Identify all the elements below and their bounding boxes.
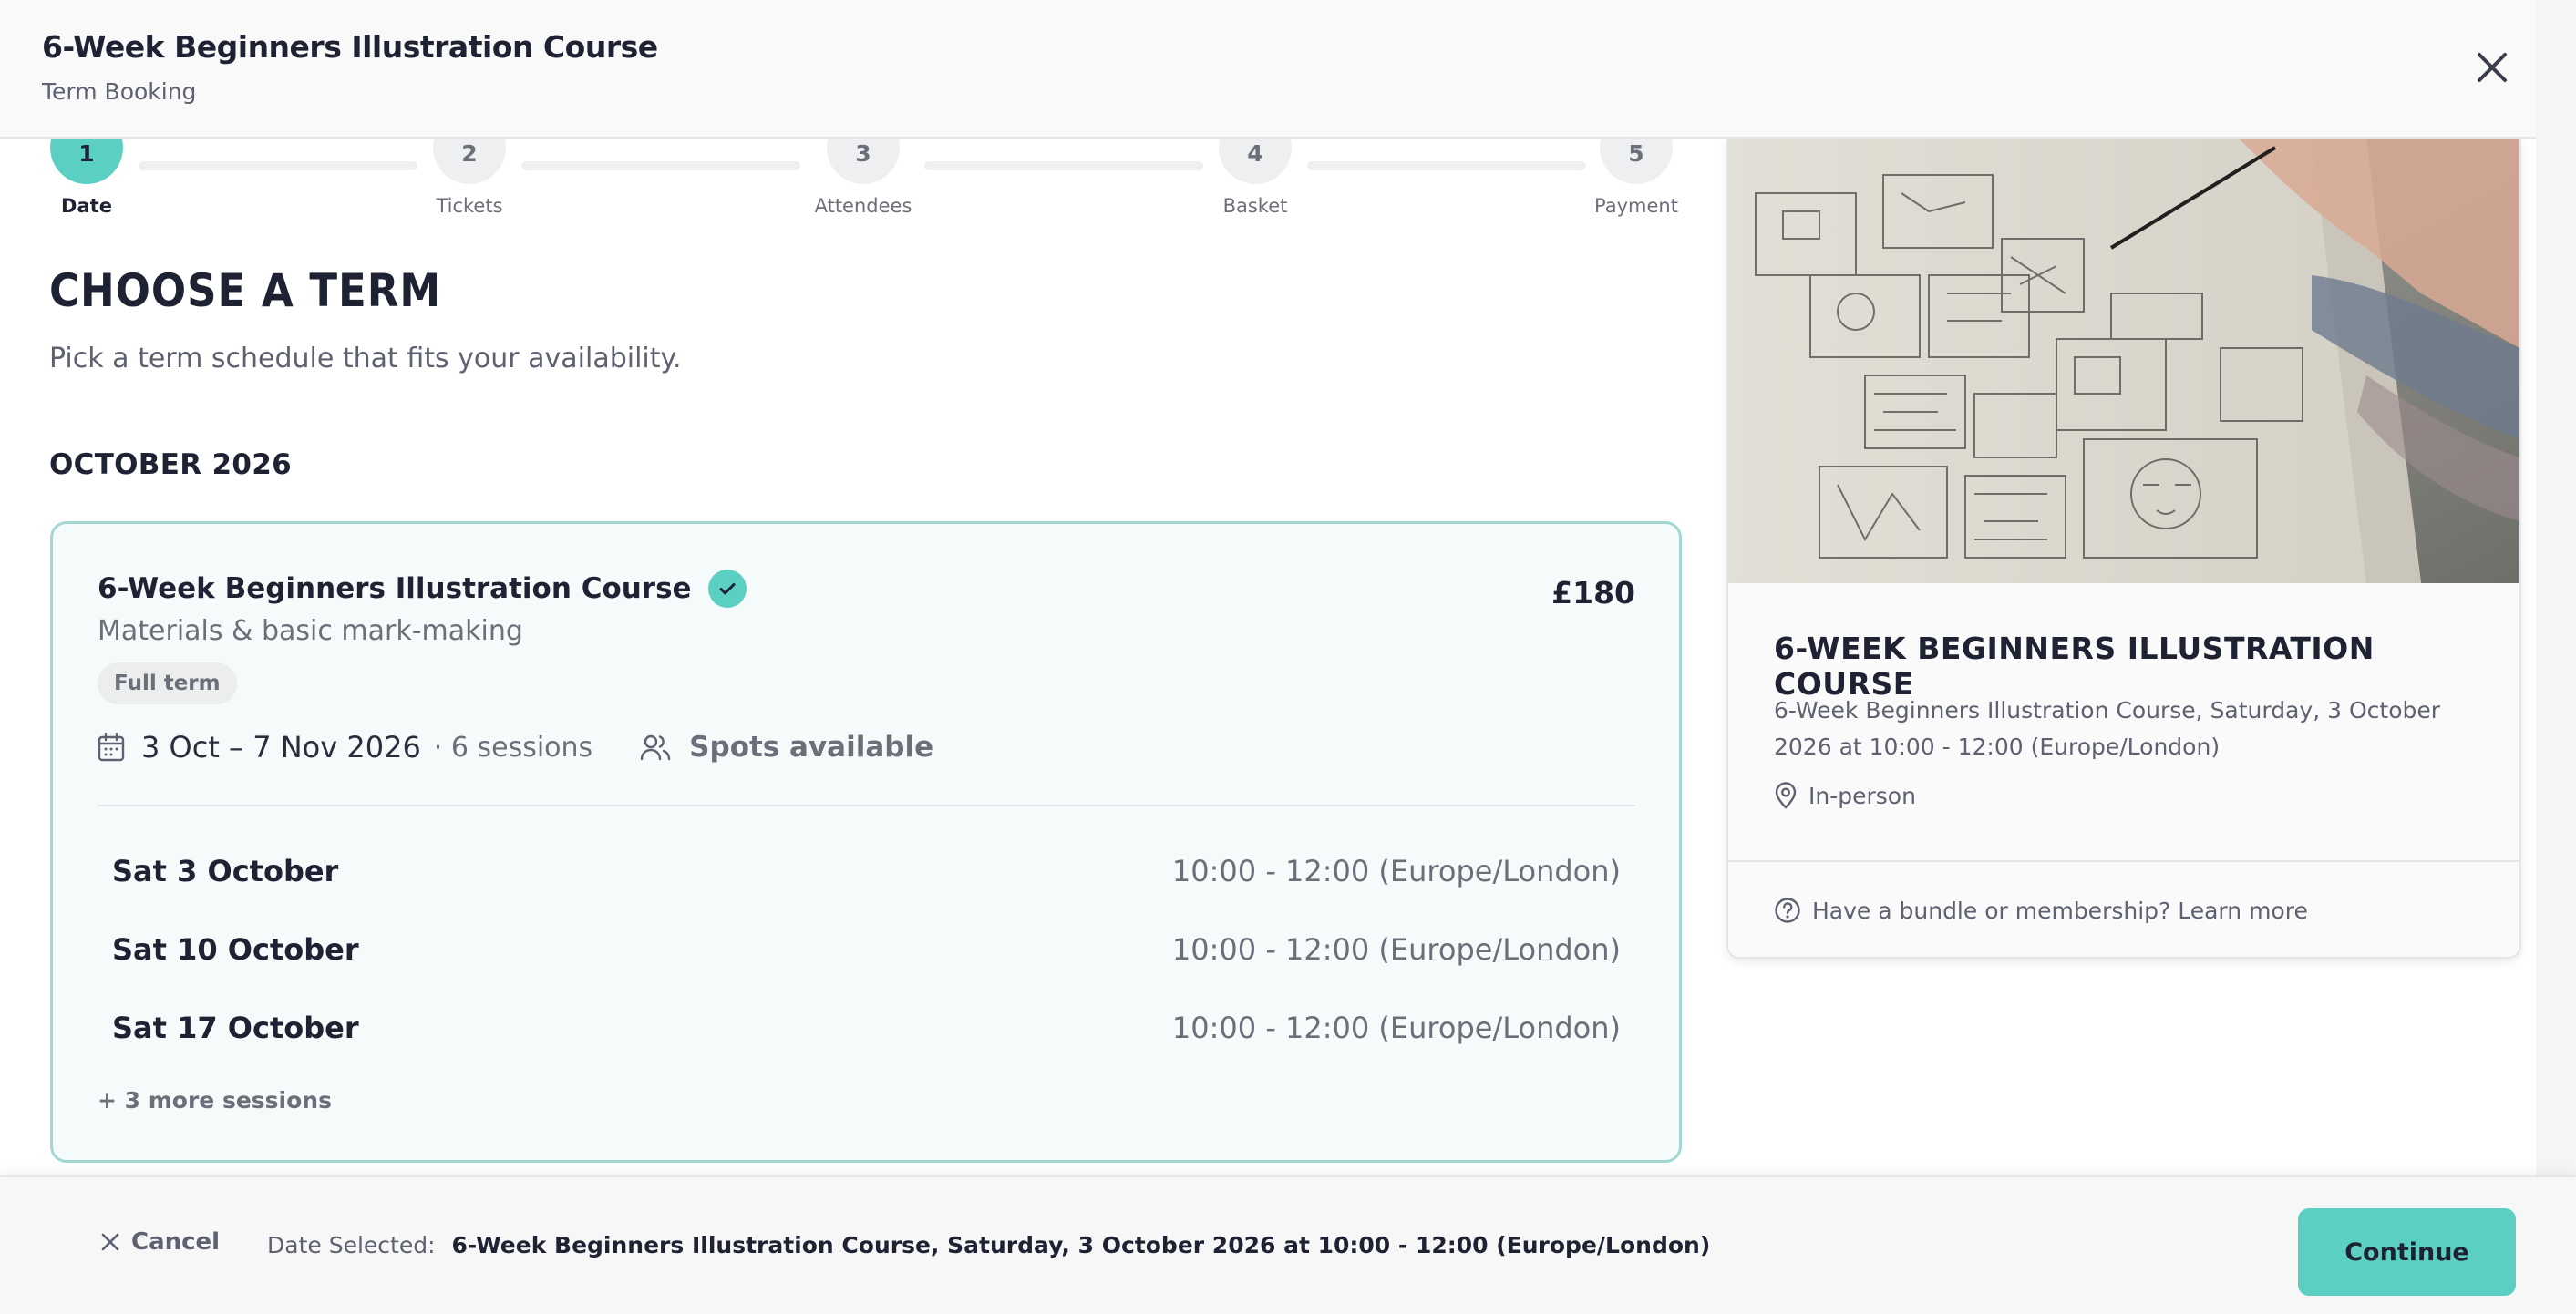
modal-subtitle: Term Booking: [42, 78, 197, 105]
booking-modal: 6-Week Beginners Illustration Course Ter…: [0, 0, 2536, 1314]
modal-header: 6-Week Beginners Illustration Course Ter…: [0, 0, 2536, 139]
term-price: £180: [1551, 575, 1635, 611]
term-availability: Spots available: [689, 731, 934, 764]
bundle-help-link[interactable]: Have a bundle or membership? Learn more: [1774, 897, 2308, 924]
term-card[interactable]: 6-Week Beginners Illustration Course £18…: [50, 521, 1682, 1163]
page-description: Pick a term schedule that fits your avai…: [49, 343, 682, 375]
step-label: Date: [61, 195, 112, 217]
event-description: 6-Week Beginners Illustration Course, Sa…: [1774, 697, 2441, 760]
cancel-button[interactable]: Cancel: [100, 1228, 220, 1256]
bundle-help-label: Have a bundle or membership? Learn more: [1812, 897, 2308, 924]
term-title-row: 6-Week Beginners Illustration Course: [98, 570, 747, 608]
step-label: Basket: [1222, 195, 1288, 217]
date-selected-label: Date Selected:: [267, 1232, 436, 1258]
stepper-connector: [521, 161, 800, 170]
close-icon: [2478, 53, 2507, 82]
continue-button[interactable]: Continue: [2298, 1208, 2516, 1296]
term-meta: 3 Oct – 7 Nov 2026 · 6 sessions Spots av…: [98, 730, 933, 765]
step-label: Attendees: [814, 195, 912, 217]
step-label: Payment: [1594, 195, 1678, 217]
term-session-count: · 6 sessions: [433, 731, 593, 764]
close-button[interactable]: [2467, 42, 2518, 93]
session-time: 10:00 - 12:00 (Europe/London): [1171, 932, 1621, 967]
check-icon: [707, 570, 747, 608]
help-circle-icon: [1775, 898, 1800, 923]
event-photo: [1728, 139, 2519, 583]
modal-title: 6-Week Beginners Illustration Course: [42, 29, 658, 65]
more-sessions-link[interactable]: + 3 more sessions: [98, 1087, 332, 1114]
session-row: Sat 10 October 10:00 - 12:00 (Europe/Lon…: [112, 932, 1621, 967]
session-time: 10:00 - 12:00 (Europe/London): [1171, 1011, 1621, 1045]
panel-divider: [1728, 860, 2519, 862]
session-row: Sat 17 October 10:00 - 12:00 (Europe/Lon…: [112, 1011, 1621, 1045]
term-title: 6-Week Beginners Illustration Course: [98, 572, 692, 605]
event-summary-panel: 6-WEEK BEGINNERS ILLUSTRATION COURSE 6-W…: [1726, 139, 2521, 959]
term-selection: CHOOSE A TERM Pick a term schedule that …: [49, 264, 1682, 1163]
card-divider: [98, 805, 1635, 806]
session-row: Sat 3 October 10:00 - 12:00 (Europe/Lond…: [112, 854, 1621, 888]
session-day: Sat 3 October: [112, 854, 339, 888]
term-dates: 3 Oct – 7 Nov 2026: [141, 730, 421, 765]
term-badge: Full term: [98, 662, 237, 704]
booking-footer: Cancel Date Selected: 6-Week Beginners I…: [0, 1175, 2576, 1314]
date-selected-summary: Date Selected: 6-Week Beginners Illustra…: [267, 1232, 1710, 1258]
month-heading: OCTOBER 2026: [49, 448, 292, 481]
stepper-connector: [139, 161, 417, 170]
date-selected-value: 6-Week Beginners Illustration Course, Sa…: [451, 1232, 1711, 1258]
event-location: In-person: [1774, 782, 1916, 809]
calendar-icon: [98, 733, 125, 762]
session-time: 10:00 - 12:00 (Europe/London): [1171, 854, 1621, 888]
location-pin-icon: [1775, 782, 1797, 809]
term-subtitle: Materials & basic mark-making: [98, 615, 523, 647]
users-icon: [640, 734, 671, 761]
session-day: Sat 17 October: [112, 1011, 359, 1045]
close-icon: [101, 1233, 119, 1251]
event-title: 6-WEEK BEGINNERS ILLUSTRATION COURSE: [1774, 631, 2375, 702]
cancel-label: Cancel: [131, 1228, 221, 1256]
stepper-connector: [1307, 161, 1586, 170]
stepper-connector: [924, 161, 1203, 170]
session-day: Sat 10 October: [112, 932, 359, 967]
event-location-label: In-person: [1808, 782, 1916, 809]
booking-stepper: 1 Date 2 Tickets 3 Attendees 4 Basket 5 …: [36, 111, 1686, 230]
step-label: Tickets: [436, 195, 503, 217]
page-title: CHOOSE A TERM: [49, 264, 442, 317]
